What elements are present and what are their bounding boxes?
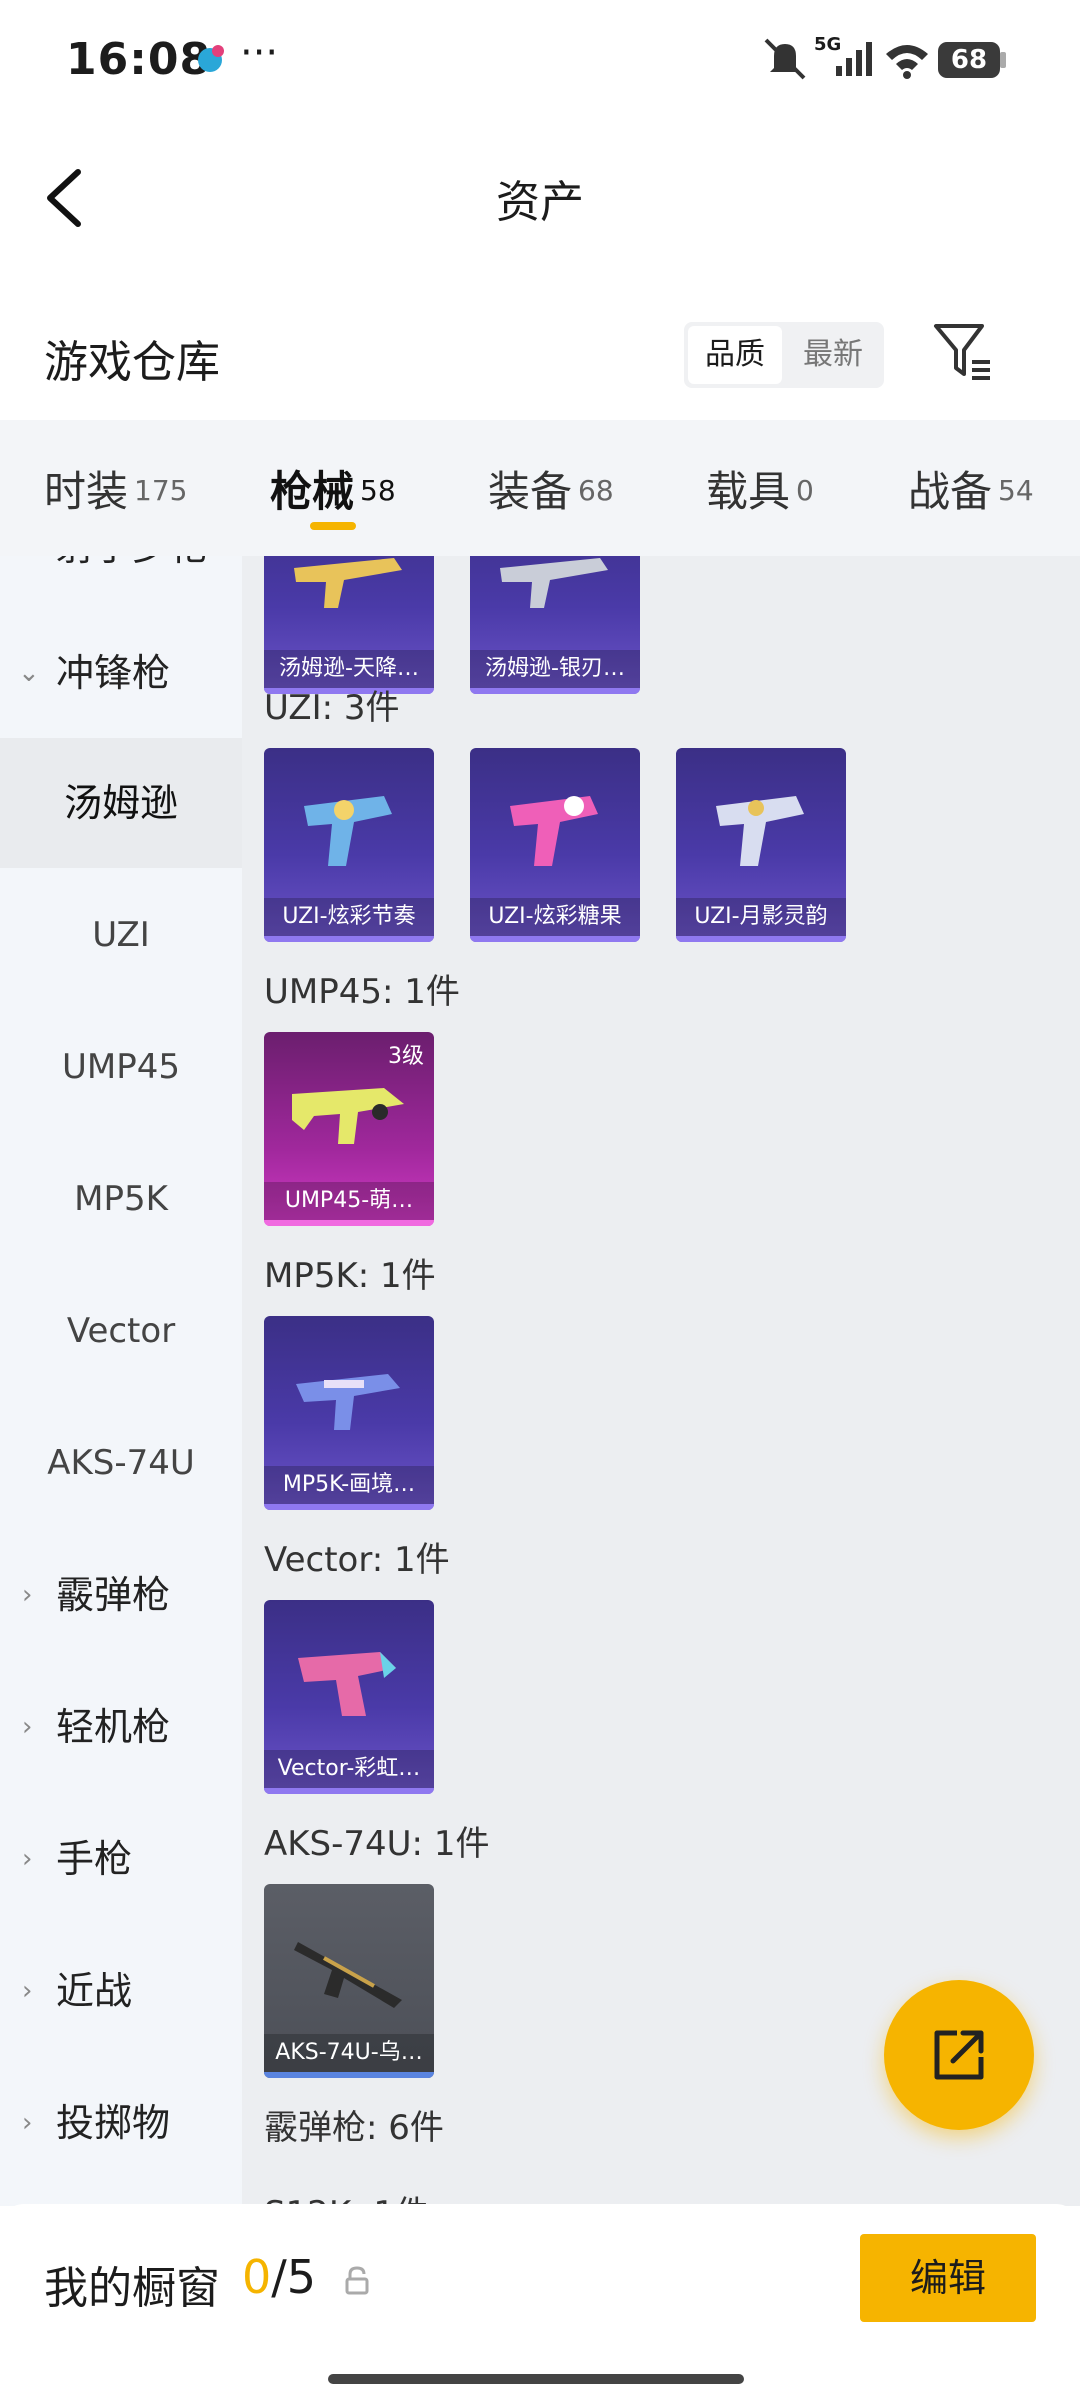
rarity-bar [264,2072,434,2078]
skin-card[interactable]: 汤姆逊-天降… [264,556,434,694]
active-tab-indicator [310,522,356,530]
vector-skin-image [298,1652,396,1716]
section-label-uzi: UZI: 3件 [264,688,400,728]
skin-name: UZI-炫彩糖果 [470,898,640,936]
sidebar-item-uzi[interactable]: UZI [0,870,242,1000]
sidebar-item-marksman-rifle[interactable]: ›射手步枪 [0,556,242,612]
warehouse-title: 游戏仓库 [44,337,220,388]
skin-card[interactable]: 汤姆逊-银刃… [470,556,640,694]
rarity-bar [264,1788,434,1794]
sidebar-item-aks74u[interactable]: AKS-74U [0,1398,242,1528]
chevron-right-icon: › [22,1976,33,2006]
skin-card[interactable]: UZI-月影灵韵 [676,748,846,942]
chevron-right-icon: › [22,1844,33,1874]
rarity-bar [264,936,434,942]
wifi-icon [886,45,928,79]
lock-icon [345,2266,369,2295]
battery-tip [1000,52,1006,68]
aks74u-skin-image [294,1942,402,2008]
signal-icon [836,42,872,76]
section-label-ump45: UMP45: 1件 [264,972,460,1012]
weapon-skin-list: 汤姆逊-天降… 汤姆逊-银刃… UZI: 3件 UZI-炫彩节奏 UZI-炫彩糖… [242,556,1080,2206]
sort-toggle: 品质 最新 [684,322,884,388]
skin-card[interactable]: 3级 UMP45-萌… [264,1032,434,1226]
sidebar-item-melee[interactable]: › 近战 [0,1926,242,2056]
skin-name: UZI-炫彩节奏 [264,898,434,936]
showcase-title: 我的橱窗 [44,2263,220,2314]
rarity-bar [264,1504,434,1510]
sidebar-item-lmg[interactable]: › 轻机枪 [0,1662,242,1792]
uzi-skin-image [510,796,598,866]
sidebar-item-thompson[interactable]: 汤姆逊 [0,738,242,868]
external-share-icon [934,2030,984,2080]
sidebar-item-ump45[interactable]: UMP45 [0,1002,242,1132]
section-label-shotgun: 霰弹枪: 6件 [264,2108,444,2148]
skin-card[interactable]: MP5K-画境… [264,1316,434,1510]
chevron-right-icon: › [22,556,32,612]
sort-quality-button[interactable]: 品质 [688,326,782,384]
section-label-s12k: S12K: 1件 [264,2186,429,2206]
skin-name: 汤姆逊-银刃… [470,650,640,688]
page-title: 资产 [496,177,584,228]
battery-indicator: 68 [938,42,1000,78]
rarity-bar [676,936,846,942]
category-tabs: 时装 175 枪械 58 装备 68 载具 0 战备 54 [0,420,1080,556]
ump45-skin-image [292,1088,404,1144]
chevron-down-icon: ⌄ [18,658,40,688]
more-notifications-icon: ··· [240,30,279,76]
status-bar: 16:08 ··· 5G 68 [0,0,1080,120]
skin-name: Vector-彩虹… [264,1750,434,1788]
sidebar-item-vector[interactable]: Vector [0,1266,242,1396]
chevron-right-icon: › [22,1580,33,1610]
sort-newest-button[interactable]: 最新 [786,326,880,384]
skin-card[interactable]: Vector-彩虹… [264,1600,434,1794]
chevron-right-icon: › [22,1712,33,1742]
tab-firearms[interactable]: 枪械 58 [270,458,396,519]
skin-card[interactable]: UZI-炫彩糖果 [470,748,640,942]
uzi-skin-image [304,796,392,866]
filter-icon[interactable] [930,318,994,386]
tab-vehicles[interactable]: 载具 0 [706,458,814,519]
weapon-category-sidebar: ›射手步枪 ⌄冲锋枪 汤姆逊 UZI UMP45 MP5K Vector AKS… [0,556,242,2206]
mute-icon [764,38,806,80]
skin-name: UZI-月影灵韵 [676,898,846,936]
skin-card[interactable]: AKS-74U-乌… [264,1884,434,2078]
sidebar-item-shotgun[interactable]: › 霰弹枪 [0,1530,242,1660]
showcase-count: 0/5 [242,2250,317,2304]
sidebar-item-mp5k[interactable]: MP5K [0,1134,242,1264]
section-label-mp5k: MP5K: 1件 [264,1256,436,1296]
rarity-bar [470,688,640,694]
sidebar-item-smg[interactable]: ⌄ 冲锋枪 [0,608,242,738]
skin-name: AKS-74U-乌… [264,2034,434,2072]
carrier-icon [198,45,224,72]
tab-equipment[interactable]: 装备 68 [488,458,614,519]
mp5k-skin-image [296,1374,400,1430]
uzi-skin-image [716,796,804,866]
tab-supplies[interactable]: 战备 54 [908,458,1034,519]
share-fab-button[interactable] [884,1980,1034,2130]
skin-name: UMP45-萌… [264,1182,434,1220]
rarity-bar [264,1220,434,1226]
tab-fashion[interactable]: 时装 175 [44,458,187,519]
section-label-vector: Vector: 1件 [264,1540,450,1580]
chevron-right-icon: › [22,2108,33,2138]
status-time: 16:08 [66,34,212,85]
skin-name: MP5K-画境… [264,1466,434,1504]
home-indicator[interactable] [328,2374,744,2384]
edit-button[interactable]: 编辑 [860,2234,1036,2322]
section-label-aks74u: AKS-74U: 1件 [264,1824,490,1864]
smg-skin-image [500,558,608,608]
sidebar-item-throwable[interactable]: › 投掷物 [0,2058,242,2188]
smg-skin-image [294,558,402,608]
sidebar-item-pistol[interactable]: › 手枪 [0,1794,242,1924]
skin-card[interactable]: UZI-炫彩节奏 [264,748,434,942]
rarity-bar [470,936,640,942]
